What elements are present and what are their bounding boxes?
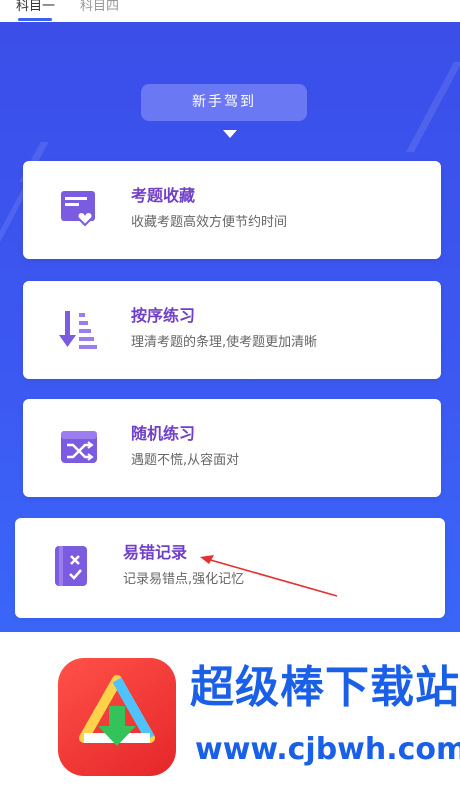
card-mistake-record[interactable]: 易错记录 记录易错点,强化记忆 bbox=[15, 518, 445, 618]
newbie-badge: 新手驾到 bbox=[141, 84, 307, 121]
card-description: 遇题不慌,从容面对 bbox=[131, 453, 240, 468]
favorite-questions-icon bbox=[61, 191, 95, 227]
subject-tabs: 科目一 科目四 bbox=[0, 0, 460, 22]
card-description: 记录易错点,强化记忆 bbox=[123, 572, 245, 587]
tab-subject-one[interactable]: 科目一 bbox=[16, 0, 55, 14]
tab-subject-four[interactable]: 科目四 bbox=[80, 0, 119, 14]
mistake-record-icon bbox=[55, 546, 87, 586]
badge-caret-icon bbox=[223, 130, 237, 138]
watermark-footer: 超级棒下载站 www.cjbwh.com bbox=[0, 632, 460, 785]
card-title: 随机练习 bbox=[131, 424, 196, 443]
watermark-url: www.cjbwh.com bbox=[195, 732, 460, 767]
card-description: 理清考题的条理,使考题更加清晰 bbox=[131, 335, 318, 350]
card-favorite-questions[interactable]: 考题收藏 收藏考题高效方便节约时间 bbox=[23, 161, 441, 259]
card-title: 考题收藏 bbox=[131, 186, 196, 205]
card-title: 易错记录 bbox=[123, 543, 188, 562]
watermark-brand: 超级棒下载站 bbox=[190, 662, 460, 713]
shuffle-icon bbox=[61, 431, 97, 463]
card-title: 按序练习 bbox=[131, 306, 196, 325]
card-random-practice[interactable]: 随机练习 遇题不慌,从容面对 bbox=[23, 399, 441, 497]
download-logo-icon bbox=[79, 675, 155, 746]
card-description: 收藏考题高效方便节约时间 bbox=[131, 215, 288, 230]
sequential-practice-icon bbox=[59, 311, 97, 349]
site-logo bbox=[58, 658, 176, 776]
card-sequential-practice[interactable]: 按序练习 理清考题的条理,使考题更加清晰 bbox=[23, 281, 441, 379]
background-stripe bbox=[406, 62, 460, 152]
active-tab-indicator bbox=[18, 18, 52, 21]
